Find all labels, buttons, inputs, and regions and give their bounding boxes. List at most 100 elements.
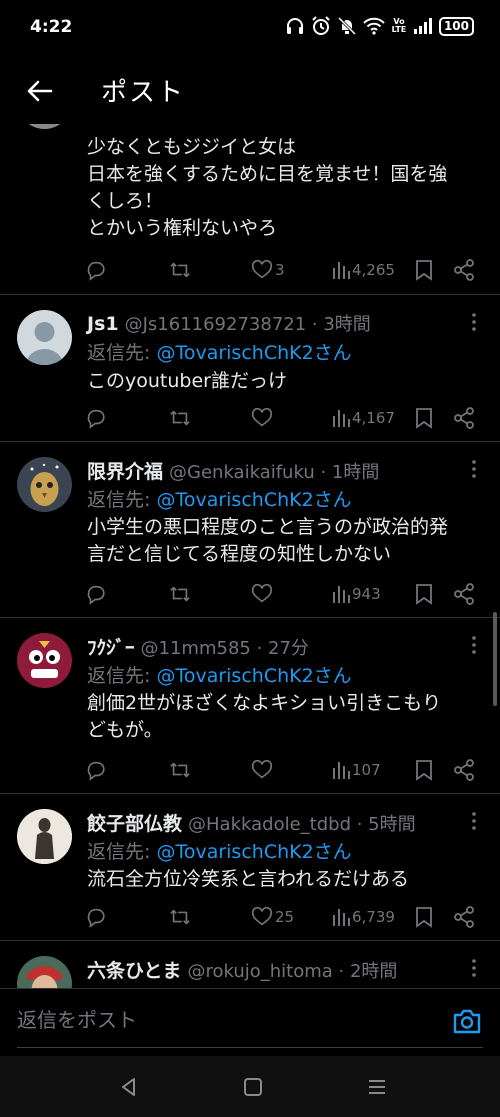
avatar[interactable] — [17, 809, 72, 864]
scrollbar[interactable] — [493, 612, 497, 706]
share-icon — [454, 906, 474, 928]
author-name[interactable]: 餃子部仏教 — [87, 809, 182, 836]
nav-recents-icon[interactable] — [364, 1074, 390, 1100]
reply-button[interactable] — [85, 257, 107, 283]
back-arrow-icon[interactable] — [24, 76, 54, 106]
views-icon — [333, 586, 350, 603]
view-count: 4,265 — [352, 261, 395, 279]
post-body-line: 創価2世がほざくなよキショい引きこもり — [87, 692, 442, 714]
views-button[interactable]: 943 — [332, 581, 381, 607]
reply-button[interactable] — [85, 757, 107, 783]
bookmark-button[interactable] — [415, 581, 433, 607]
author-handle[interactable]: @Hakkadole_tdbd · 5時間 — [188, 810, 416, 836]
bookmark-button[interactable] — [415, 257, 433, 283]
avatar[interactable] — [17, 310, 72, 365]
share-button[interactable] — [453, 257, 475, 283]
more-options-icon[interactable] — [470, 459, 478, 479]
post-body-line: くしろ！ — [87, 190, 164, 212]
views-icon — [333, 909, 350, 926]
post-actions: 3 4,265 — [85, 257, 480, 283]
post-header: 限界介福 @Genkaikaifuku · 1時間 — [87, 457, 379, 484]
bookmark-button[interactable] — [415, 405, 433, 431]
reply-button[interactable] — [85, 581, 107, 607]
reply-composer — [0, 988, 500, 1056]
post-item[interactable]: 少なくともジジイと女は 日本を強くするために目を覚ませ！国を強 くしろ！ とかい… — [0, 124, 500, 295]
reply-prefix: 返信先: — [87, 841, 157, 863]
repost-button[interactable] — [168, 581, 192, 607]
avatar[interactable] — [17, 633, 72, 688]
author-name[interactable]: 限界介福 — [87, 457, 163, 484]
more-options-icon[interactable] — [470, 958, 478, 978]
repost-button[interactable] — [168, 904, 192, 930]
repost-icon — [170, 410, 190, 426]
views-button[interactable]: 107 — [332, 757, 381, 783]
repost-button[interactable] — [168, 757, 192, 783]
share-button[interactable] — [453, 581, 475, 607]
like-button[interactable] — [251, 757, 273, 783]
bookmark-icon — [416, 907, 432, 928]
like-button[interactable] — [251, 581, 273, 607]
more-options-icon[interactable] — [470, 635, 478, 655]
post-item[interactable]: ﾌｸｼﾞｰ @11mm585 · 27分 返信先: @TovarischChK2… — [0, 618, 500, 794]
header: ポスト — [0, 58, 500, 124]
views-button[interactable]: 4,265 — [332, 257, 395, 283]
reply-prefix: 返信先: — [87, 665, 157, 687]
post-body-line: 少なくともジジイと女は — [87, 136, 297, 158]
views-icon — [333, 262, 350, 279]
repost-icon — [170, 909, 190, 925]
author-name[interactable]: 六条ひとま — [87, 956, 181, 983]
avatar[interactable] — [17, 124, 72, 129]
post-item[interactable]: 限界介福 @Genkaikaifuku · 1時間 返信先: @Tovarisc… — [0, 442, 500, 618]
reply-input[interactable] — [17, 1008, 437, 1032]
more-options-icon[interactable] — [470, 312, 478, 332]
like-button[interactable] — [251, 405, 273, 431]
reply-mention-link[interactable]: @TovarischChK2さん — [156, 489, 351, 511]
bookmark-button[interactable] — [415, 904, 433, 930]
post-body: 創価2世がほざくなよキショい引きこもり どもが。 — [87, 690, 482, 744]
reply-feed[interactable]: 少なくともジジイと女は 日本を強くするために目を覚ませ！国を強 くしろ！ とかい… — [0, 124, 500, 988]
avatar-image — [17, 809, 72, 864]
like-button[interactable]: 25 — [251, 904, 294, 930]
reply-mention-link[interactable]: @TovarischChK2さん — [156, 665, 351, 687]
avatar[interactable] — [17, 457, 72, 512]
reply-mention-link[interactable]: @TovarischChK2さん — [156, 342, 351, 364]
post-actions: 107 — [85, 757, 480, 783]
like-icon — [251, 407, 273, 427]
post-item[interactable]: 餃子部仏教 @Hakkadole_tdbd · 5時間 返信先: @Tovari… — [0, 794, 500, 941]
repost-button[interactable] — [168, 257, 192, 283]
bookmark-icon — [416, 408, 432, 429]
views-button[interactable]: 4,167 — [332, 405, 395, 431]
bookmark-button[interactable] — [415, 757, 433, 783]
nav-home-icon[interactable] — [240, 1074, 266, 1100]
bookmark-icon — [416, 760, 432, 781]
post-header: Js1 @Js1611692738721 · 3時間 — [87, 310, 371, 336]
like-button[interactable]: 3 — [251, 257, 285, 283]
like-count: 3 — [275, 261, 285, 279]
share-button[interactable] — [453, 405, 475, 431]
post-body: 小学生の悪口程度のこと言うのが政治的発 言だと信じてる程度の知性しかない — [87, 514, 482, 568]
post-item[interactable]: Js1 @Js1611692738721 · 3時間 返信先: @Tovaris… — [0, 295, 500, 442]
author-handle[interactable]: @11mm585 · 27分 — [141, 634, 309, 660]
more-options-icon[interactable] — [470, 811, 478, 831]
share-button[interactable] — [453, 757, 475, 783]
author-name[interactable]: Js1 — [87, 313, 119, 335]
volte-label: Vo LTE — [391, 17, 407, 34]
author-name[interactable]: ﾌｸｼﾞｰ — [87, 633, 135, 660]
reply-to-line: 返信先: @TovarischChK2さん — [87, 661, 352, 688]
reply-mention-link[interactable]: @TovarischChK2さん — [156, 841, 351, 863]
avatar[interactable] — [17, 956, 72, 988]
nav-back-icon[interactable] — [116, 1074, 142, 1100]
author-handle[interactable]: @rokujo_hitoma · 2時間 — [187, 957, 397, 983]
camera-icon[interactable] — [452, 1007, 482, 1035]
post-item[interactable]: 六条ひとま @rokujo_hitoma · 2時間 — [0, 941, 500, 988]
repost-button[interactable] — [168, 405, 192, 431]
author-handle[interactable]: @Js1611692738721 · 3時間 — [125, 310, 371, 336]
reply-button[interactable] — [85, 405, 107, 431]
share-button[interactable] — [453, 904, 475, 930]
reply-button[interactable] — [85, 904, 107, 930]
share-icon — [454, 759, 474, 781]
views-button[interactable]: 6,739 — [332, 904, 395, 930]
avatar-image — [17, 457, 72, 512]
post-body-line: とかいう権利ないやろ — [87, 217, 278, 239]
author-handle[interactable]: @Genkaikaifuku · 1時間 — [169, 458, 379, 484]
